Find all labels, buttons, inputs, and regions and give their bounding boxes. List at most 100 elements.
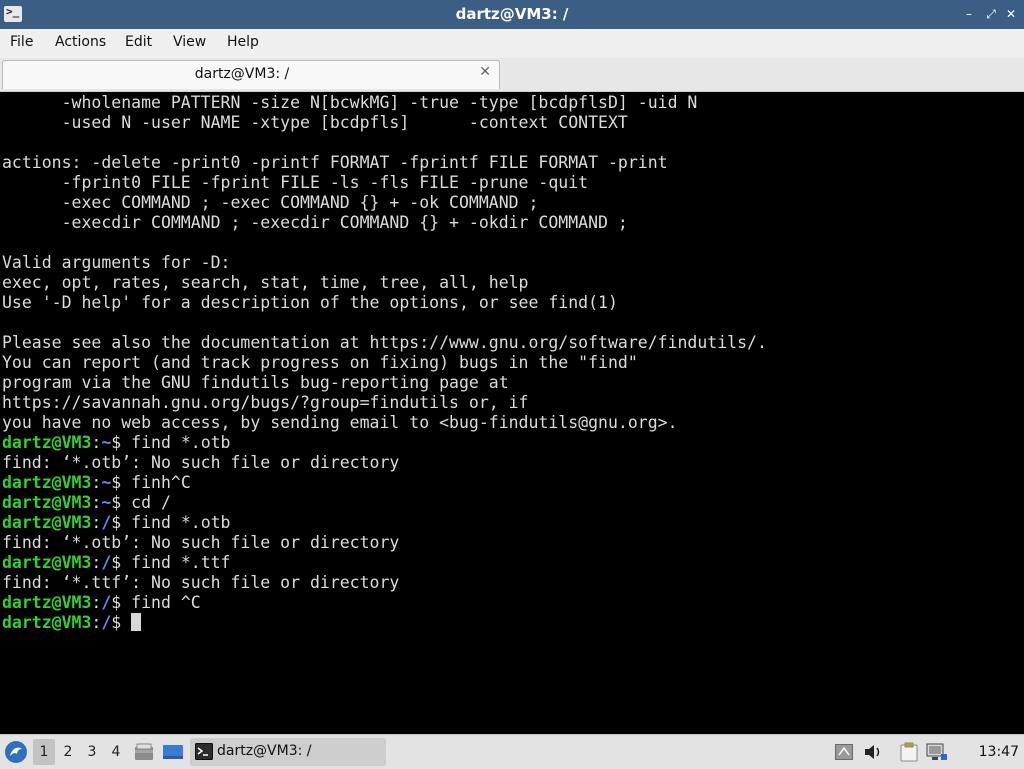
terminal-prompt-line: dartz@VM3:/$ find *.otb [2, 513, 767, 533]
task-label: dartz@VM3: / [217, 743, 312, 759]
output-text: actions: -delete -print0 -printf FORMAT … [2, 153, 668, 172]
terminal-output-line: find: ‘*.otb’: No such file or directory [2, 453, 767, 473]
menu-file[interactable]: File [10, 34, 33, 50]
prompt-symbol: $ [111, 433, 132, 452]
prompt-user-host: dartz@VM3 [2, 593, 92, 612]
terminal-output-line: Use '-D help' for a description of the o… [2, 293, 767, 313]
workspace-1[interactable]: 1 [33, 739, 55, 765]
command-text: find *.otb [131, 513, 231, 532]
terminal-output-line: You can report (and track progress on fi… [2, 353, 767, 373]
menu-edit[interactable]: Edit [125, 34, 152, 50]
workspace-4[interactable]: 4 [105, 739, 127, 765]
terminal-output-line: program via the GNU findutils bug-report… [2, 373, 767, 393]
prompt-separator: : [91, 553, 102, 572]
prompt-symbol: $ [111, 593, 132, 612]
menubar: File Actions Edit View Help [0, 29, 1024, 58]
output-text: exec, opt, rates, search, stat, time, tr… [2, 273, 529, 292]
prompt-symbol: $ [111, 613, 132, 632]
tab-terminal[interactable]: dartz@VM3: / ✕ [2, 60, 500, 89]
command-text: finh^C [131, 473, 191, 492]
output-text: find: ‘*.otb’: No such file or directory [2, 533, 400, 552]
keyboard-layout-icon[interactable] [835, 744, 853, 760]
terminal-prompt-line: dartz@VM3:~$ find *.otb [2, 433, 767, 453]
prompt-separator: : [91, 493, 102, 512]
workspace-2[interactable]: 2 [57, 739, 79, 765]
close-button[interactable]: ✕ [1004, 7, 1018, 21]
output-text: -execdir COMMAND ; -execdir COMMAND {} +… [2, 213, 628, 232]
terminal-output[interactable]: -wholename PATTERN -size N[bcwkMG] -true… [0, 92, 1024, 734]
window-titlebar[interactable]: >_ dartz@VM3: / – ⤢ ✕ [0, 0, 1024, 29]
output-text: you have no web access, by sending email… [2, 413, 678, 432]
terminal-output-line: -used N -user NAME -xtype [bcdpfls] -con… [2, 113, 767, 133]
output-text: program via the GNU findutils bug-report… [2, 373, 509, 392]
clipboard-icon[interactable] [900, 742, 918, 762]
prompt-symbol: $ [111, 553, 132, 572]
command-text: find *.otb [131, 433, 231, 452]
clock: 13:47 [978, 744, 1019, 760]
prompt-separator: : [91, 613, 102, 632]
terminal-output-line: actions: -delete -print0 -printf FORMAT … [2, 153, 767, 173]
window-title: dartz@VM3: / [455, 5, 569, 23]
terminal-output-line: https://savannah.gnu.org/bugs/?group=fin… [2, 393, 767, 413]
terminal-output-line: exec, opt, rates, search, stat, time, tr… [2, 273, 767, 293]
show-desktop-icon[interactable] [162, 743, 184, 761]
terminal-output-line: -fprint0 FILE -fprint FILE -ls -fls FILE… [2, 173, 767, 193]
terminal-output-line: find: ‘*.ttf’: No such file or directory [2, 573, 767, 593]
prompt-separator: : [91, 513, 102, 532]
menu-view[interactable]: View [173, 34, 206, 50]
prompt-user-host: dartz@VM3 [2, 613, 92, 632]
prompt-user-host: dartz@VM3 [2, 433, 92, 452]
output-text: -used N -user NAME -xtype [bcdpfls] -con… [2, 113, 628, 132]
prompt-user-host: dartz@VM3 [2, 473, 92, 492]
command-text: cd / [131, 493, 171, 512]
output-text: You can report (and track progress on fi… [2, 353, 638, 372]
terminal-prompt-line: dartz@VM3:/$ [2, 613, 767, 633]
terminal-prompt-line: dartz@VM3:/$ find *.ttf [2, 553, 767, 573]
terminal-output-line: -execdir COMMAND ; -execdir COMMAND {} +… [2, 213, 767, 233]
tab-bar: dartz@VM3: / ✕ [0, 58, 1024, 92]
output-text: Use '-D help' for a description of the o… [2, 293, 618, 312]
taskbar: 1 2 3 4 dartz@VM3: / 13:47 [0, 734, 1024, 769]
prompt-separator: : [91, 473, 102, 492]
command-text: find ^C [131, 593, 201, 612]
prompt-separator: : [91, 593, 102, 612]
command-text: find *.ttf [131, 553, 231, 572]
volume-icon[interactable] [863, 744, 883, 760]
prompt-path: / [101, 553, 112, 572]
output-text: https://savannah.gnu.org/bugs/?group=fin… [2, 393, 529, 412]
minimize-button[interactable]: – [962, 7, 976, 21]
start-menu-icon[interactable] [4, 740, 28, 764]
prompt-path: ~ [101, 433, 112, 452]
prompt-symbol: $ [111, 493, 132, 512]
prompt-user-host: dartz@VM3 [2, 513, 92, 532]
network-icon[interactable] [926, 743, 948, 761]
file-manager-icon[interactable] [134, 743, 154, 761]
prompt-user-host: dartz@VM3 [2, 493, 92, 512]
maximize-button[interactable]: ⤢ [984, 7, 998, 21]
terminal-lines: -wholename PATTERN -size N[bcwkMG] -true… [2, 93, 767, 633]
terminal-output-line: find: ‘*.otb’: No such file or directory [2, 533, 767, 553]
output-text: find: ‘*.otb’: No such file or directory [2, 453, 400, 472]
prompt-path: / [101, 613, 112, 632]
menu-actions[interactable]: Actions [55, 34, 106, 50]
prompt-symbol: $ [111, 473, 132, 492]
output-text: Valid arguments for -D: [2, 253, 231, 272]
prompt-path: / [101, 593, 112, 612]
terminal-output-line: Valid arguments for -D: [2, 253, 767, 273]
output-text: -wholename PATTERN -size N[bcwkMG] -true… [2, 93, 698, 112]
prompt-symbol: $ [111, 513, 132, 532]
tab-close-icon[interactable]: ✕ [479, 64, 491, 80]
output-text: -exec COMMAND ; -exec COMMAND {} + -ok C… [2, 193, 539, 212]
menu-help[interactable]: Help [227, 34, 259, 50]
taskbar-task-terminal[interactable]: dartz@VM3: / [190, 738, 386, 766]
terminal-output-line: you have no web access, by sending email… [2, 413, 767, 433]
terminal-output-line: -wholename PATTERN -size N[bcwkMG] -true… [2, 93, 767, 113]
prompt-path: ~ [101, 493, 112, 512]
prompt-path: / [101, 513, 112, 532]
workspace-3[interactable]: 3 [81, 739, 103, 765]
output-text: Please see also the documentation at htt… [2, 333, 767, 352]
prompt-path: ~ [101, 473, 112, 492]
